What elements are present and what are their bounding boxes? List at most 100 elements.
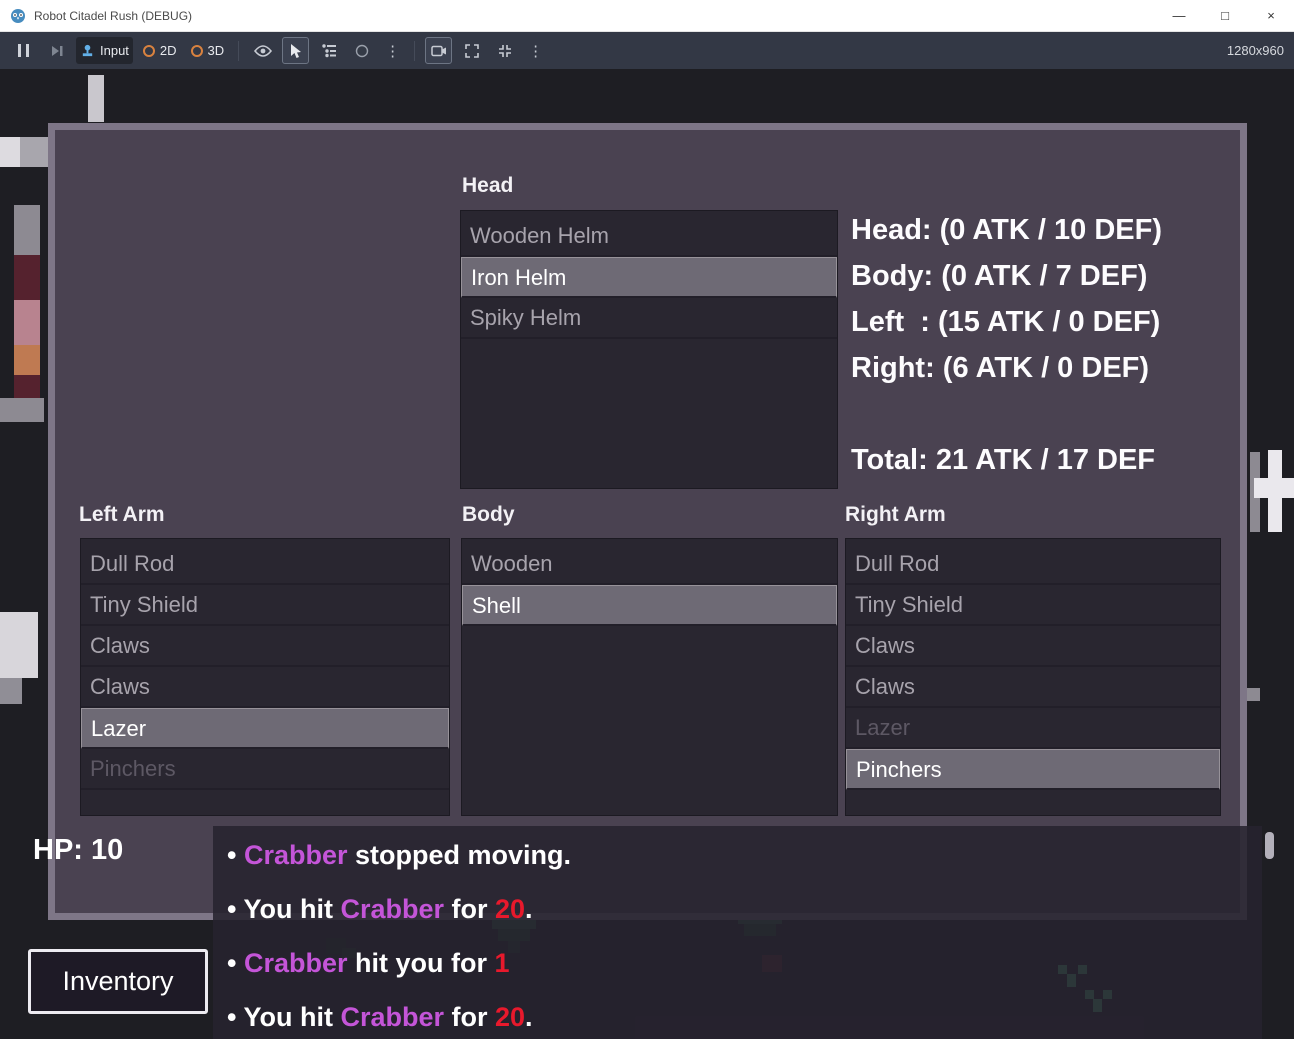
3d-button-label: 3D bbox=[207, 43, 225, 58]
toolbar-separator bbox=[238, 40, 240, 61]
left-arm-section-label: Left Arm bbox=[79, 503, 165, 526]
pause-button[interactable] bbox=[10, 37, 37, 64]
viewport-resolution: 1280x960 bbox=[1226, 43, 1284, 58]
embed-options-button[interactable]: ⋮ bbox=[524, 37, 547, 64]
fit-window-button[interactable] bbox=[491, 37, 518, 64]
window-titlebar: Robot Citadel Rush (DEBUG) — □ × bbox=[0, 0, 1294, 32]
log-message-segment: . bbox=[525, 894, 533, 924]
list-item-wooden[interactable]: Wooden bbox=[462, 544, 837, 585]
stat-head: Head: (0 ATK / 10 DEF) bbox=[851, 214, 1162, 246]
log-message-segment: for bbox=[443, 894, 495, 924]
log-message-segment: Crabber bbox=[340, 894, 444, 924]
pixel-sprite bbox=[14, 205, 40, 255]
head-item-list: Wooden Helm Iron Helm Spiky Helm bbox=[460, 210, 838, 489]
body-item-list: Wooden Shell bbox=[461, 538, 838, 816]
head-section-label: Head bbox=[462, 174, 514, 197]
input-button-label: Input bbox=[100, 43, 129, 58]
list-item-claws[interactable]: Claws bbox=[846, 667, 1220, 708]
log-message: • Crabber hit you for 1 bbox=[227, 936, 1262, 990]
right-arm-item-list: Dull Rod Tiny Shield Claws Claws Lazer Pinche… bbox=[845, 538, 1221, 816]
node-list-icon bbox=[321, 44, 336, 58]
2d-button-label: 2D bbox=[159, 43, 177, 58]
pixel-sprite bbox=[0, 612, 38, 678]
log-message: • You hit Crabber for 20. bbox=[227, 990, 1262, 1039]
log-message-segment: hit you for bbox=[347, 948, 495, 978]
step-frame-button[interactable] bbox=[43, 37, 70, 64]
list-item-pinchers: Pinchers bbox=[81, 749, 449, 790]
pixel-sprite bbox=[0, 137, 20, 167]
fullscreen-button[interactable] bbox=[458, 37, 485, 64]
step-icon bbox=[51, 45, 62, 56]
pixel-sprite bbox=[1247, 688, 1260, 701]
list-item-iron-helm[interactable]: Iron Helm bbox=[461, 257, 837, 298]
list-item-wooden-helm[interactable]: Wooden Helm bbox=[461, 216, 837, 257]
editor-toolbar: Input 2D 3D ⋮ ⋮ 1280x960 bbox=[0, 32, 1294, 69]
view-3d-button[interactable]: 3D bbox=[187, 37, 229, 64]
2d-ring-icon bbox=[142, 44, 155, 57]
eye-icon bbox=[253, 44, 272, 57]
list-item-lazer[interactable]: Lazer bbox=[81, 708, 449, 749]
equipment-stats: Head: (0 ATK / 10 DEF) Body: (0 ATK / 7 … bbox=[851, 207, 1162, 483]
log-message-segment: • You hit bbox=[227, 894, 341, 924]
list-item-tiny-shield[interactable]: Tiny Shield bbox=[81, 585, 449, 626]
pixel-sprite bbox=[0, 398, 44, 422]
pause-icon bbox=[18, 44, 29, 57]
window-controls: — □ × bbox=[1156, 0, 1294, 31]
pixel-sprite bbox=[0, 678, 22, 704]
more-options-button[interactable]: ⋮ bbox=[381, 37, 404, 64]
left-arm-item-list: Dull Rod Tiny Shield Claws Claws Lazer Pinche… bbox=[80, 538, 450, 816]
camera-override-button[interactable] bbox=[425, 37, 453, 64]
list-item-lazer: Lazer bbox=[846, 708, 1220, 749]
toolbar-separator bbox=[414, 40, 416, 61]
right-arm-section-label: Right Arm bbox=[845, 503, 946, 526]
list-item-dull-rod[interactable]: Dull Rod bbox=[81, 544, 449, 585]
pixel-sprite bbox=[14, 345, 40, 375]
log-message: • You hit Crabber for 20. bbox=[227, 882, 1262, 936]
list-item-claws[interactable]: Claws bbox=[81, 667, 449, 708]
body-section-label: Body bbox=[462, 503, 515, 526]
combat-log-panel: • Crabber stopped moving. • You hit Crabb… bbox=[213, 826, 1262, 1039]
maximize-button[interactable]: □ bbox=[1202, 0, 1248, 31]
log-message-segment: Crabber bbox=[243, 948, 348, 978]
log-message-segment: 1 bbox=[494, 948, 510, 978]
camera-icon bbox=[430, 45, 446, 56]
list-item-pinchers[interactable]: Pinchers bbox=[846, 749, 1220, 790]
combat-log-messages: • Crabber stopped moving. • You hit Crabb… bbox=[213, 826, 1262, 1039]
visibility-button[interactable] bbox=[249, 37, 276, 64]
pixel-sprite-cross bbox=[1254, 478, 1294, 498]
list-item-tiny-shield[interactable]: Tiny Shield bbox=[846, 585, 1220, 626]
close-button[interactable]: × bbox=[1248, 0, 1294, 31]
log-message-segment: • You hit bbox=[227, 1002, 341, 1032]
sphere-tool-button[interactable] bbox=[348, 37, 375, 64]
select-tool-button[interactable] bbox=[282, 37, 310, 64]
joystick-icon bbox=[82, 44, 93, 57]
pixel-sprite bbox=[88, 75, 104, 122]
list-item-claws[interactable]: Claws bbox=[81, 626, 449, 667]
3d-ring-icon bbox=[190, 44, 203, 57]
app-icon bbox=[10, 8, 26, 24]
scene-tree-button[interactable] bbox=[315, 37, 342, 64]
stat-left: Left : (15 ATK / 0 DEF) bbox=[851, 306, 1161, 338]
log-message-segment: Crabber bbox=[340, 1002, 444, 1032]
minimize-button[interactable]: — bbox=[1156, 0, 1202, 31]
log-message-segment: . bbox=[525, 1002, 533, 1032]
view-2d-button[interactable]: 2D bbox=[139, 37, 181, 64]
log-message-segment: 20 bbox=[494, 1002, 526, 1032]
log-message-segment: 20 bbox=[494, 894, 526, 924]
inventory-button[interactable]: Inventory bbox=[28, 949, 208, 1014]
list-item-shell[interactable]: Shell bbox=[462, 585, 837, 626]
log-message-segment: • bbox=[227, 948, 244, 978]
list-item-dull-rod[interactable]: Dull Rod bbox=[846, 544, 1220, 585]
window-title: Robot Citadel Rush (DEBUG) bbox=[34, 8, 193, 23]
cursor-icon bbox=[290, 43, 301, 58]
sphere-icon bbox=[355, 44, 368, 57]
input-toggle-button[interactable]: Input bbox=[76, 37, 133, 64]
list-item-spiky-helm[interactable]: Spiky Helm bbox=[461, 298, 837, 339]
list-item-claws[interactable]: Claws bbox=[846, 626, 1220, 667]
stat-right: Right: (6 ATK / 0 DEF) bbox=[851, 352, 1150, 384]
log-scrollbar-thumb[interactable] bbox=[1265, 832, 1274, 859]
log-message-segment: • bbox=[227, 840, 244, 870]
app-window: Robot Citadel Rush (DEBUG) — □ × Input 2… bbox=[0, 0, 1294, 1039]
log-message-segment: stopped moving. bbox=[347, 840, 572, 870]
stat-total: Total: 21 ATK / 17 DEF bbox=[851, 444, 1156, 476]
